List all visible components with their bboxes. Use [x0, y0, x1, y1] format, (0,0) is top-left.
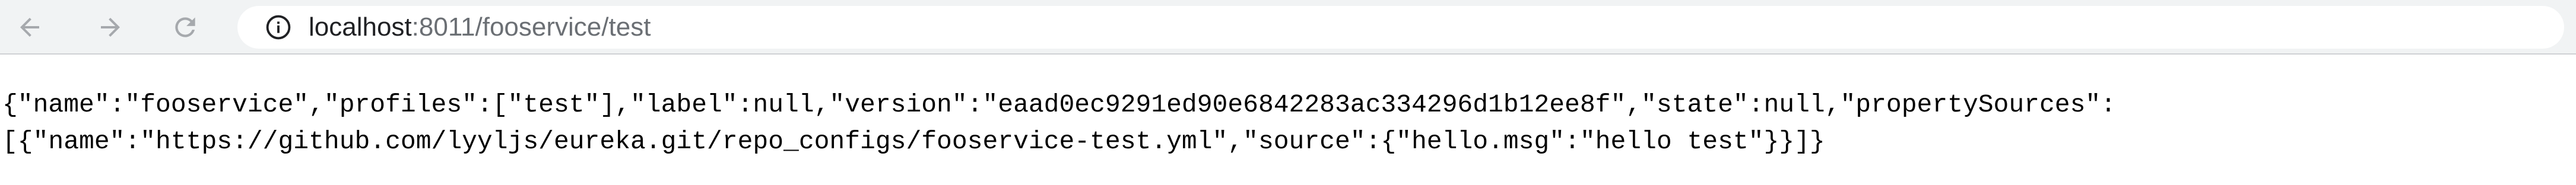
reload-button[interactable]	[164, 6, 207, 49]
back-button[interactable]	[8, 6, 51, 49]
browser-toolbar: localhost:8011/fooservice/test	[0, 0, 2576, 55]
url-path: :8011/fooservice/test	[411, 12, 651, 42]
address-bar[interactable]: localhost:8011/fooservice/test	[237, 6, 2564, 49]
json-line-1: {"name":"fooservice","profiles":["test"]…	[2, 90, 2116, 119]
json-line-2: [{"name":"https://github.com/lyyljs/eure…	[2, 127, 1825, 156]
url-host: localhost	[309, 12, 412, 42]
info-icon[interactable]	[265, 14, 292, 41]
forward-button[interactable]	[89, 6, 132, 49]
url-text[interactable]: localhost:8011/fooservice/test	[309, 6, 651, 49]
arrow-left-icon	[15, 13, 44, 42]
json-response-body: {"name":"fooservice","profiles":["test"]…	[0, 87, 2576, 160]
reload-icon	[170, 12, 200, 42]
arrow-right-icon	[96, 13, 125, 42]
